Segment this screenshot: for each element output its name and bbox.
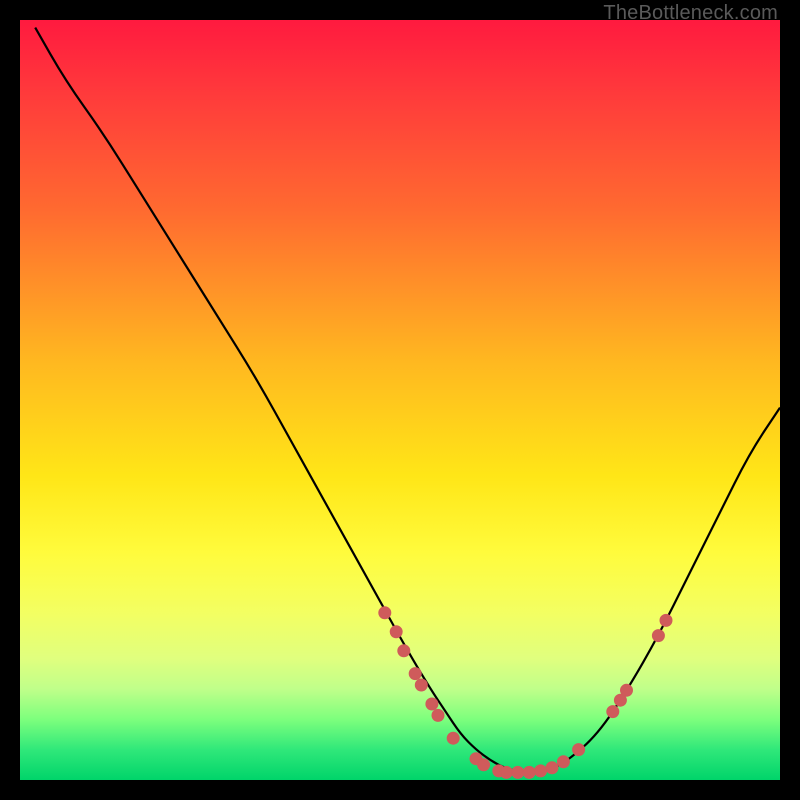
data-marker [478, 759, 490, 771]
data-marker [607, 706, 619, 718]
data-marker [426, 698, 438, 710]
data-marker [546, 762, 558, 774]
data-marker [557, 756, 569, 768]
data-marker [409, 668, 421, 680]
data-marker [512, 766, 524, 778]
plot-svg [20, 20, 780, 780]
data-marker [432, 709, 444, 721]
data-marker [535, 765, 547, 777]
data-marker [500, 766, 512, 778]
bottleneck-curve [35, 28, 780, 773]
data-marker [660, 614, 672, 626]
data-marker [379, 607, 391, 619]
marker-group [379, 607, 672, 779]
data-marker [447, 732, 459, 744]
data-marker [523, 766, 535, 778]
data-marker [415, 679, 427, 691]
data-marker [652, 630, 664, 642]
data-marker [398, 645, 410, 657]
data-marker [621, 684, 633, 696]
data-marker [390, 626, 402, 638]
data-marker [573, 744, 585, 756]
attribution-text: TheBottleneck.com [603, 2, 778, 25]
chart-area [20, 20, 780, 780]
